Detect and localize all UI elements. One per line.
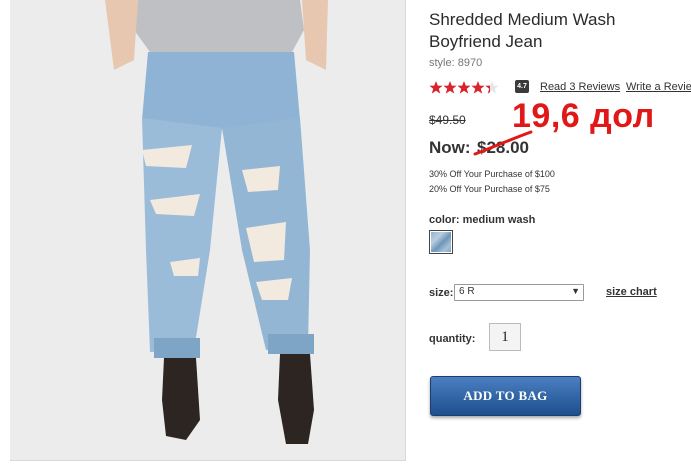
now-label: Now:	[429, 138, 471, 157]
quantity-input[interactable]: 1	[489, 323, 521, 351]
price-annotation: 19,6 дол	[512, 97, 655, 135]
product-title: Shredded Medium Wash Boyfriend Jean	[429, 10, 616, 51]
promo-line: 30% Off Your Purchase of $100	[429, 169, 555, 179]
size-select[interactable]: 6 R ▼	[454, 284, 584, 301]
color-value: medium wash	[462, 214, 536, 226]
style-number: style: 8970	[429, 57, 483, 69]
color-label-title: color:	[429, 214, 460, 226]
size-label: size:	[429, 287, 454, 299]
was-price: $49.50	[429, 113, 466, 127]
swatch-image	[431, 232, 451, 252]
product-details: Shredded Medium Wash Boyfriend Jean styl…	[429, 0, 691, 464]
rating-row: 4.7 Read 3 Reviews Write a Review	[429, 79, 691, 95]
write-review-link[interactable]: Write a Review	[626, 81, 691, 93]
quantity-label: quantity:	[429, 333, 476, 345]
color-label: color: medium wash	[429, 214, 535, 226]
color-swatch[interactable]	[429, 230, 453, 254]
star-rating-icon	[429, 81, 499, 94]
jeans-illustration	[105, 0, 328, 444]
size-chart-link[interactable]: size chart	[606, 286, 657, 298]
promo-line: 20% Off Your Purchase of $75	[429, 184, 550, 194]
add-to-bag-button[interactable]: ADD TO BAG	[430, 376, 581, 416]
read-reviews-link[interactable]: Read 3 Reviews	[540, 81, 620, 93]
chevron-down-icon: ▼	[571, 286, 580, 296]
product-image[interactable]	[10, 0, 406, 461]
rating-badge: 4.7	[515, 80, 529, 93]
size-select-value: 6 R	[459, 286, 475, 297]
